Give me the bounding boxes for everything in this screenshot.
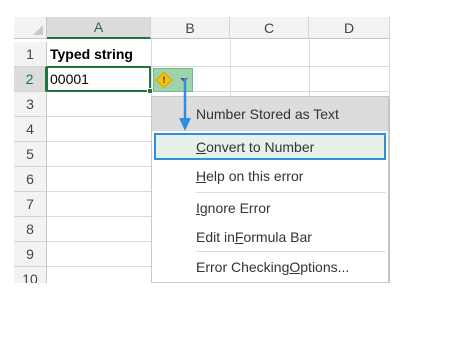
menu-item-help-on-this-error[interactable]: Help on this error (152, 162, 388, 189)
row-header-8[interactable]: 8 (14, 217, 47, 242)
row-header-3[interactable]: 3 (14, 92, 47, 117)
gridline (389, 39, 390, 283)
row-header-1[interactable]: 1 (14, 42, 47, 67)
menu-separator (196, 192, 386, 193)
spreadsheet: A B C D 1 2 3 4 5 6 7 8 9 10 Typed strin… (0, 0, 390, 283)
row-header-7[interactable]: 7 (14, 192, 47, 217)
column-header-c[interactable]: C (230, 17, 309, 39)
select-all-corner[interactable] (14, 17, 47, 39)
row-header-2[interactable]: 2 (14, 67, 47, 92)
row-header-5[interactable]: 5 (14, 142, 47, 167)
cell-a1[interactable]: Typed string (47, 42, 151, 66)
row-header-4[interactable]: 4 (14, 117, 47, 142)
column-header-b[interactable]: B (151, 17, 230, 39)
row-header-6[interactable]: 6 (14, 167, 47, 192)
menu-item-convert-to-number[interactable]: Convert to Number (154, 133, 386, 160)
active-cell-border (46, 66, 151, 92)
column-header-a[interactable]: A (47, 17, 151, 39)
menu-item-ignore-error[interactable]: Ignore Error (152, 194, 388, 221)
warning-icon: ! (155, 71, 173, 89)
row-header-10[interactable]: 10 (14, 267, 47, 283)
column-header-d[interactable]: D (309, 17, 390, 39)
menu-item-edit-in-formula-bar[interactable]: Edit in Formula Bar (152, 223, 388, 250)
menu-item-error-checking-options[interactable]: Error Checking Options... (152, 253, 388, 280)
arrow-down-icon (179, 78, 191, 131)
menu-separator (196, 251, 386, 252)
row-header-9[interactable]: 9 (14, 242, 47, 267)
